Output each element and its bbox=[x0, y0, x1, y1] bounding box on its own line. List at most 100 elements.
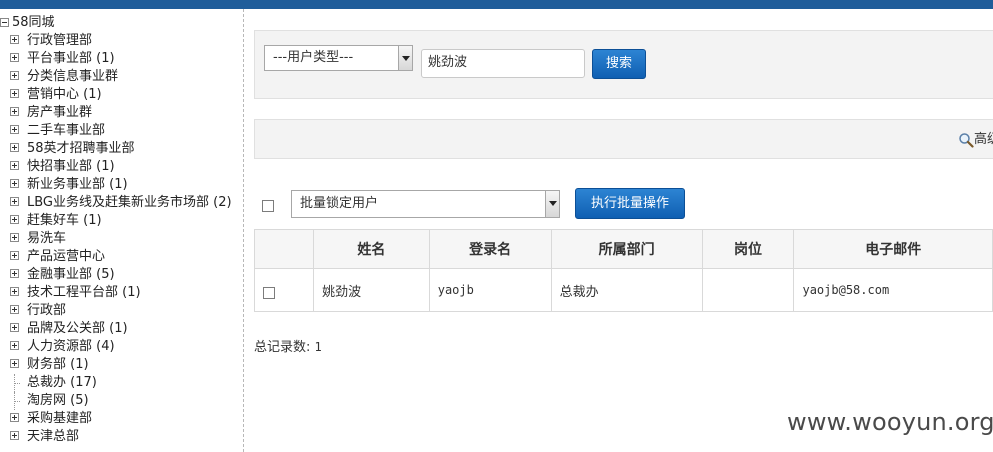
cell-email-text: yaojb@58.com bbox=[802, 283, 890, 297]
tree-item[interactable]: 行政管理部 bbox=[10, 32, 232, 50]
cell-name-text: 姚劲波 bbox=[322, 284, 362, 300]
tree-item-label[interactable]: 天津总部 bbox=[27, 429, 79, 444]
tree-item-label[interactable]: 二手车事业部 bbox=[27, 123, 105, 138]
tree-item[interactable]: 新业务事业部 (1) bbox=[10, 176, 232, 194]
tree-item[interactable]: 行政部 bbox=[10, 302, 232, 320]
batch-action-select-value: 批量锁定用户 bbox=[300, 196, 379, 211]
tree-item-label[interactable]: LBG业务线及赶集新业务市场部 (2) bbox=[27, 195, 232, 210]
tree-item[interactable]: 快招事业部 (1) bbox=[10, 158, 232, 176]
tree-item[interactable]: 二手车事业部 bbox=[10, 122, 232, 140]
tree-item-label[interactable]: 房产事业群 bbox=[27, 105, 92, 120]
tree-item-label[interactable]: 淘房网 (5) bbox=[27, 393, 89, 408]
collapse-icon[interactable] bbox=[0, 18, 9, 27]
tree-item-label[interactable]: 财务部 (1) bbox=[27, 357, 89, 372]
select-all-checkbox[interactable] bbox=[262, 200, 274, 212]
tree-item-label[interactable]: 总裁办 (17) bbox=[27, 375, 97, 390]
expand-icon[interactable] bbox=[10, 305, 19, 314]
tree-item-label[interactable]: 技术工程平台部 (1) bbox=[27, 285, 141, 300]
tree-item[interactable]: 易洗车 bbox=[10, 230, 232, 248]
expand-icon[interactable] bbox=[10, 413, 19, 422]
expand-icon[interactable] bbox=[10, 35, 19, 44]
header-department[interactable]: 所属部门 bbox=[550, 229, 703, 269]
tree-item-label[interactable]: 易洗车 bbox=[27, 231, 66, 246]
tree-item-label[interactable]: 平台事业部 (1) bbox=[27, 51, 115, 66]
tree-item-label[interactable]: 快招事业部 (1) bbox=[27, 159, 115, 174]
expand-icon[interactable] bbox=[10, 179, 19, 188]
dropdown-arrow-icon[interactable] bbox=[398, 46, 412, 70]
dropdown-arrow-icon[interactable] bbox=[545, 191, 559, 217]
header-email[interactable]: 电子邮件 bbox=[793, 229, 993, 269]
keyword-input[interactable]: 姚劲波 bbox=[421, 49, 585, 78]
tree-item[interactable]: 平台事业部 (1) bbox=[10, 50, 232, 68]
cell-name: 姚劲波 bbox=[313, 268, 430, 312]
user-type-select[interactable]: ---用户类型--- bbox=[264, 45, 413, 71]
tree-root[interactable]: 58同城 bbox=[0, 14, 55, 32]
tree-item-label[interactable]: 营销中心 (1) bbox=[27, 87, 102, 102]
expand-icon[interactable] bbox=[10, 107, 19, 116]
expand-icon[interactable] bbox=[10, 269, 19, 278]
tree-item[interactable]: 天津总部 bbox=[10, 428, 232, 446]
expand-icon[interactable] bbox=[10, 161, 19, 170]
tree-item-label[interactable]: 分类信息事业群 bbox=[27, 69, 118, 84]
tree-item-label[interactable]: 赶集好车 (1) bbox=[27, 213, 102, 228]
tree-item-label[interactable]: 金融事业部 (5) bbox=[27, 267, 115, 282]
tree-item[interactable]: 技术工程平台部 (1) bbox=[10, 284, 232, 302]
table-header-row: 姓名 登录名 所属部门 岗位 电子邮件 bbox=[253, 229, 993, 269]
tree-item-label[interactable]: 人力资源部 (4) bbox=[27, 339, 115, 354]
advanced-search-link[interactable]: 高级 bbox=[958, 131, 993, 149]
total-records: 总记录数: 1 bbox=[254, 336, 322, 355]
tree-item[interactable]: 金融事业部 (5) bbox=[10, 266, 232, 284]
tree-item[interactable]: 赶集好车 (1) bbox=[10, 212, 232, 230]
row-checkbox[interactable] bbox=[263, 287, 275, 299]
tree-item-label[interactable]: 新业务事业部 (1) bbox=[27, 177, 128, 192]
tree-item[interactable]: 分类信息事业群 bbox=[10, 68, 232, 86]
header-position[interactable]: 岗位 bbox=[701, 229, 795, 269]
tree-item-label[interactable]: 58英才招聘事业部 bbox=[27, 141, 135, 156]
execute-batch-button[interactable]: 执行批量操作 bbox=[575, 188, 685, 219]
tree-item[interactable]: 品牌及公关部 (1) bbox=[10, 320, 232, 338]
tree-line-icon bbox=[10, 392, 20, 410]
expand-icon[interactable] bbox=[10, 323, 19, 332]
tree-item[interactable]: 产品运营中心 bbox=[10, 248, 232, 266]
tree-item[interactable]: 58英才招聘事业部 bbox=[10, 140, 232, 158]
expand-icon[interactable] bbox=[10, 215, 19, 224]
top-bar bbox=[0, 0, 993, 9]
tree-item[interactable]: 人力资源部 (4) bbox=[10, 338, 232, 356]
expand-icon[interactable] bbox=[10, 89, 19, 98]
tree-item[interactable]: LBG业务线及赶集新业务市场部 (2) bbox=[10, 194, 232, 212]
expand-icon[interactable] bbox=[10, 143, 19, 152]
tree-item[interactable]: 采购基建部 bbox=[10, 410, 232, 428]
tree-item[interactable]: 营销中心 (1) bbox=[10, 86, 232, 104]
expand-icon[interactable] bbox=[10, 287, 19, 296]
org-tree: 58同城 行政管理部平台事业部 (1) 分类信息事业群 营销中心 (1) 房产事业群二… bbox=[0, 9, 243, 452]
expand-icon[interactable] bbox=[10, 251, 19, 260]
tree-item-label[interactable]: 采购基建部 bbox=[27, 411, 92, 426]
expand-icon[interactable] bbox=[10, 125, 19, 134]
header-name[interactable]: 姓名 bbox=[313, 229, 430, 269]
tree-item[interactable]: 总裁办 (17) bbox=[10, 374, 232, 392]
user-type-select-value: ---用户类型--- bbox=[273, 50, 354, 65]
expand-icon[interactable] bbox=[10, 341, 19, 350]
search-button[interactable]: 搜索 bbox=[592, 49, 646, 79]
batch-action-select[interactable]: 批量锁定用户 bbox=[291, 190, 560, 218]
expand-icon[interactable] bbox=[10, 197, 19, 206]
expand-icon[interactable] bbox=[10, 359, 19, 368]
tree-item-label[interactable]: 行政部 bbox=[27, 303, 66, 318]
tree-item[interactable]: 房产事业群 bbox=[10, 104, 232, 122]
tree-item-label[interactable]: 行政管理部 bbox=[27, 33, 92, 48]
expand-icon[interactable] bbox=[10, 233, 19, 242]
tree-item-label[interactable]: 产品运营中心 bbox=[27, 249, 105, 264]
cell-login: yaojb bbox=[428, 268, 552, 312]
expand-icon[interactable] bbox=[10, 53, 19, 62]
tree-item-label[interactable]: 品牌及公关部 (1) bbox=[27, 321, 128, 336]
keyword-input-value: 姚劲波 bbox=[428, 55, 468, 70]
expand-icon[interactable] bbox=[10, 431, 19, 440]
expand-icon[interactable] bbox=[10, 71, 19, 80]
tree-item[interactable]: 财务部 (1) bbox=[10, 356, 232, 374]
tree-root-label[interactable]: 58同城 bbox=[12, 15, 55, 30]
header-checkbox-cell bbox=[253, 229, 315, 269]
header-login[interactable]: 登录名 bbox=[428, 229, 552, 269]
table-row[interactable]: 姚劲波 yaojb 总裁办 yaojb@58.com bbox=[253, 268, 993, 312]
tree-item[interactable]: 淘房网 (5) bbox=[10, 392, 232, 410]
user-table: 姓名 登录名 所属部门 岗位 电子邮件 姚劲波 yaojb 总裁办 yaojb@… bbox=[253, 229, 993, 312]
